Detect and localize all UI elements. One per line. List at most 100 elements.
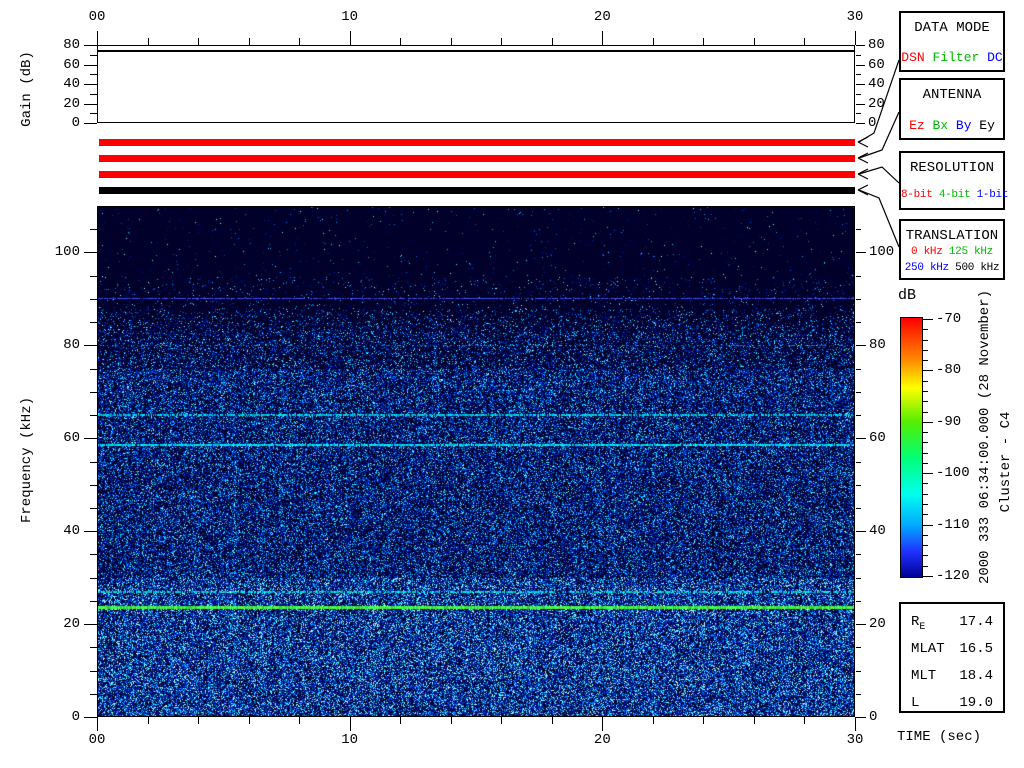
freq-major-tick-left: [84, 624, 97, 625]
status-bar-antenna: [99, 155, 855, 162]
freq-minor-tick-left: [90, 322, 97, 323]
gain-major-tick-left: [84, 65, 97, 66]
gain-tick-label-right: 20: [868, 96, 908, 112]
status-bar-data-mode: [99, 139, 855, 146]
gain-tick-label-left: 0: [30, 115, 80, 131]
colorbar-minor-tick: [923, 442, 928, 443]
freq-minor-tick-left: [90, 462, 97, 463]
freq-major-tick-left: [84, 438, 97, 439]
wbd-spectrogram-page: Gain (dB) Frequency (kHz) TIME (sec) DAT…: [0, 0, 1024, 768]
freq-major-tick-left: [84, 717, 97, 718]
freq-minor-tick-right: [856, 369, 861, 370]
ephemeris-row: MLAT 16.5: [901, 636, 1003, 663]
gain-major-tick-right: [856, 123, 865, 124]
colorbar-minor-tick: [923, 432, 928, 433]
colorbar-tick-label: -70: [936, 311, 986, 327]
gain-minor-tick-left: [90, 113, 97, 114]
translation-title: TRANSLATION: [901, 228, 1003, 244]
gain-minor-tick-right: [856, 113, 861, 114]
time-minor-tick-bottom: [400, 717, 401, 724]
freq-minor-tick-right: [856, 276, 861, 277]
time-major-tick-top: [602, 31, 603, 45]
time-tick-label-bottom: 30: [835, 732, 875, 748]
gain-tick-label-left: 80: [30, 37, 80, 53]
spacecraft-label: Cluster - C4: [998, 402, 1014, 522]
gain-plot: [97, 45, 855, 123]
colorbar-minor-tick: [923, 360, 928, 361]
time-minor-tick-bottom: [804, 717, 805, 724]
colorbar-minor-tick: [923, 401, 928, 402]
freq-tick-label-right: 0: [869, 709, 909, 725]
translation-option: 0 kHz: [911, 246, 943, 258]
time-minor-tick-bottom: [198, 717, 199, 724]
time-tick-label-top: 20: [582, 9, 622, 25]
resolution-option: 4-bit: [933, 189, 971, 201]
time-tick-label-bottom: 20: [582, 732, 622, 748]
ephemeris-value: 18.4: [959, 663, 993, 690]
freq-major-tick-right: [856, 438, 866, 439]
gain-tick-label-left: 20: [30, 96, 80, 112]
time-major-tick-bottom: [602, 717, 603, 731]
gain-trace: [98, 50, 854, 52]
colorbar-minor-tick: [923, 535, 928, 536]
freq-major-tick-right: [856, 624, 866, 625]
resolution-options: 8-bit 4-bit 1-bit: [901, 189, 1003, 201]
colorbar-minor-tick: [923, 504, 928, 505]
freq-major-tick-left: [84, 531, 97, 532]
gain-tick-label-right: 80: [868, 37, 908, 53]
time-minor-tick-top: [501, 38, 502, 45]
freq-minor-tick-left: [90, 601, 97, 602]
colorbar-minor-tick: [923, 412, 928, 413]
resolution-option: 1-bit: [970, 189, 1008, 201]
time-major-tick-top: [97, 31, 98, 45]
antenna-option: Ey: [972, 118, 995, 133]
freq-tick-label-left: 20: [30, 616, 80, 632]
freq-tick-label-right: 40: [869, 523, 909, 539]
freq-minor-tick-right: [856, 392, 861, 393]
freq-minor-tick-right: [856, 578, 861, 579]
resolution-box: RESOLUTION 8-bit 4-bit 1-bit: [899, 151, 1005, 210]
time-major-tick-bottom: [97, 717, 98, 731]
ephemeris-label: MLT: [911, 663, 936, 690]
freq-major-tick-right: [856, 252, 866, 253]
translation-option: 500 kHz: [949, 262, 999, 274]
colorbar-minor-tick: [923, 463, 928, 464]
antenna-box: ANTENNA Ez Bx By Ey: [899, 78, 1005, 140]
colorbar-minor-tick: [923, 381, 928, 382]
time-tick-label-top: 10: [330, 9, 370, 25]
time-major-tick-bottom: [350, 717, 351, 731]
colorbar-minor-tick: [923, 545, 928, 546]
ephemeris-label: MLAT: [911, 636, 945, 663]
freq-minor-tick-right: [856, 229, 861, 230]
status-bar-translation: [99, 187, 855, 194]
plot-datetime: 2000 333 06:34:00.000 (28 November): [977, 287, 993, 587]
freq-tick-label-left: 60: [30, 430, 80, 446]
gain-minor-tick-left: [90, 94, 97, 95]
gain-minor-tick-left: [90, 55, 97, 56]
time-minor-tick-top: [552, 38, 553, 45]
antenna-title: ANTENNA: [901, 87, 1003, 103]
gain-major-tick-right: [856, 65, 865, 66]
ephemeris-row: L 19.0: [901, 690, 1003, 717]
freq-tick-label-left: 40: [30, 523, 80, 539]
data-mode-options: DSN Filter DC: [901, 50, 1003, 65]
time-minor-tick-top: [754, 38, 755, 45]
ephemeris-box: RE 17.4 MLAT 16.5 MLT 18.4 L 19.0: [899, 602, 1005, 713]
gain-tick-label-right: 60: [868, 57, 908, 73]
colorbar-minor-tick: [923, 514, 928, 515]
freq-major-tick-left: [84, 345, 97, 346]
gain-major-tick-left: [84, 123, 97, 124]
colorbar-major-tick: [923, 473, 933, 474]
freq-minor-tick-right: [856, 671, 861, 672]
freq-minor-tick-left: [90, 415, 97, 416]
freq-minor-tick-left: [90, 578, 97, 579]
freq-tick-label-right: 20: [869, 616, 909, 632]
freq-major-tick-left: [84, 252, 97, 253]
freq-tick-label-right: 80: [869, 337, 909, 353]
freq-minor-tick-left: [90, 229, 97, 230]
time-minor-tick-bottom: [299, 717, 300, 724]
antenna-option: By: [948, 118, 971, 133]
time-minor-tick-top: [148, 38, 149, 45]
translation-option: 250 kHz: [905, 262, 949, 274]
time-major-tick-bottom: [855, 717, 856, 731]
